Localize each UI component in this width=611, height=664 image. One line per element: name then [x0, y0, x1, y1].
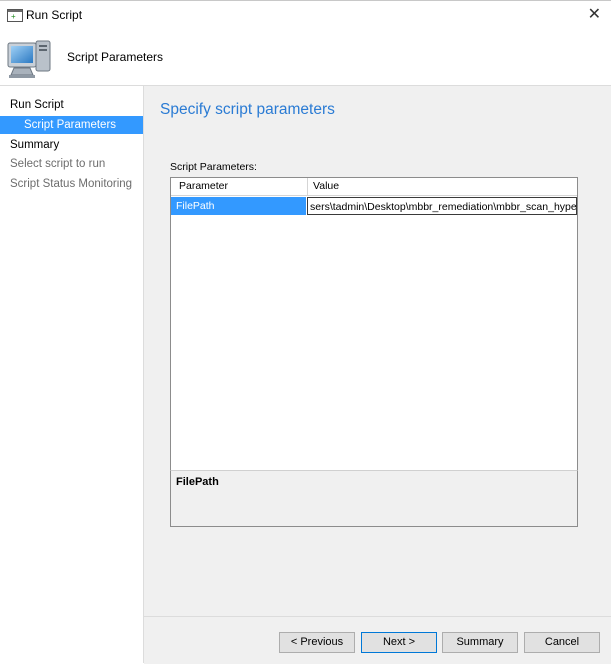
next-button[interactable]: Next > — [361, 632, 437, 653]
wizard-step-heading: Script Parameters — [67, 50, 164, 64]
sidebar-item-run-script[interactable]: Run Script — [0, 96, 143, 114]
column-header-value[interactable]: Value — [313, 180, 339, 192]
grid-header: Parameter Value — [171, 178, 577, 196]
wizard-header: Script Parameters — [0, 31, 611, 86]
computer-icon — [7, 40, 51, 78]
parameter-value-input[interactable]: sers\tadmin\Desktop\mbbr_remediation\mbb… — [307, 197, 577, 215]
cancel-button[interactable]: Cancel — [524, 632, 600, 653]
parameter-description-pane: FilePath — [170, 470, 578, 527]
summary-button[interactable]: Summary — [442, 632, 518, 653]
sidebar-item-summary[interactable]: Summary — [0, 136, 143, 154]
window-title: Run Script — [26, 8, 83, 22]
previous-button[interactable]: < Previous — [279, 632, 355, 653]
column-divider[interactable] — [307, 178, 308, 195]
close-icon[interactable]: ✕ — [588, 4, 601, 24]
title-bar: + Run Script ✕ — [0, 0, 611, 31]
main-panel: Specify script parameters Script Paramet… — [144, 86, 611, 616]
script-parameters-label: Script Parameters: — [170, 161, 257, 173]
sidebar-item-select-script: Select script to run — [10, 158, 106, 170]
page-title: Specify script parameters — [160, 101, 335, 118]
parameters-grid: Parameter Value FilePath sers\tadmin\Des… — [170, 177, 578, 471]
description-title: FilePath — [176, 476, 219, 488]
wizard-sidebar: Run Script Script Parameters Summary Sel… — [0, 86, 144, 663]
sidebar-item-status-monitoring: Script Status Monitoring — [10, 178, 133, 190]
window-app-icon: + — [7, 9, 23, 22]
sidebar-item-script-parameters[interactable]: Script Parameters — [0, 116, 143, 134]
column-header-parameter[interactable]: Parameter — [179, 180, 228, 192]
table-row[interactable]: FilePath sers\tadmin\Desktop\mbbr_remedi… — [171, 197, 577, 215]
parameter-name-cell[interactable]: FilePath — [171, 197, 306, 215]
wizard-footer: < Previous Next > Summary Cancel — [144, 616, 611, 664]
